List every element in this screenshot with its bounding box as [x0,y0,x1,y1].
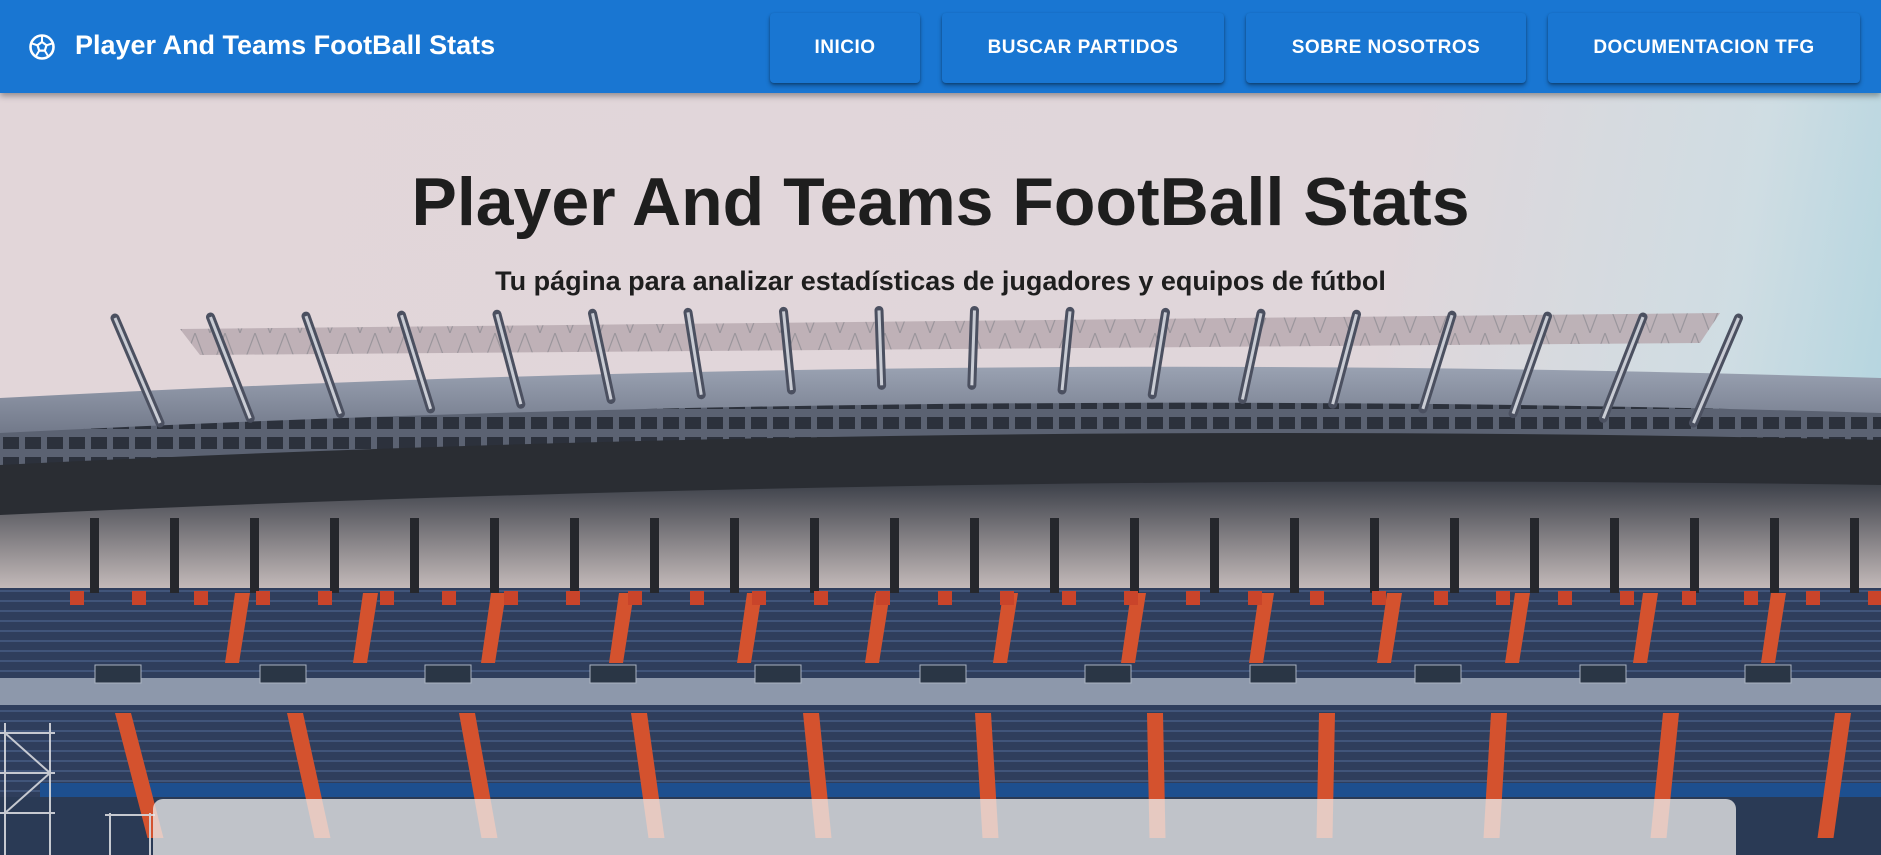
nav-inicio-button[interactable]: INICIO [770,13,920,83]
nav-documentacion-tfg-button[interactable]: DOCUMENTACION TFG [1548,13,1860,83]
hero-subtitle: Tu página para analizar estadísticas de … [495,266,1386,296]
content-card [153,799,1736,855]
soccer-ball-icon [28,33,56,61]
app-bar: Player And Teams FootBall Stats INICIO B… [0,0,1881,93]
hero-section: Player And Teams FootBall Stats Tu págin… [0,93,1881,855]
hero-title: Player And Teams FootBall Stats [411,164,1470,240]
brand-title: Player And Teams FootBall Stats [75,30,496,60]
nav-buscar-partidos-button[interactable]: BUSCAR PARTIDOS [942,13,1224,83]
nav-sobre-nosotros-button[interactable]: SOBRE NOSOTROS [1246,13,1526,83]
